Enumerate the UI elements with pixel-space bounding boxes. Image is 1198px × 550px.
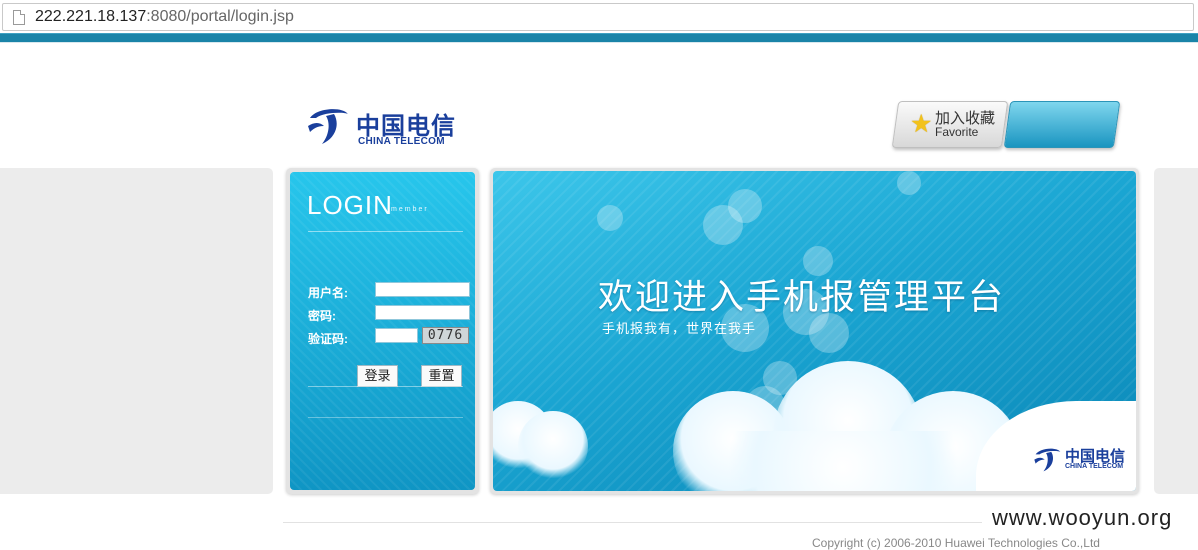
login-button[interactable]: 登录 — [357, 365, 398, 387]
login-divider-3 — [308, 417, 463, 418]
banner-title: 欢迎进入手机报管理平台 — [598, 278, 1006, 317]
right-side-panel — [1154, 168, 1198, 494]
top-stripe — [0, 33, 1198, 42]
cloud-decoration — [518, 411, 588, 481]
url-host: 222.221.18.137 — [35, 8, 147, 25]
blue-header-button[interactable] — [1003, 101, 1121, 148]
cloud-decoration — [693, 431, 993, 491]
url-path: :8080/portal/login.jsp — [146, 8, 294, 25]
left-side-panel — [0, 168, 273, 494]
bubble-decoration — [597, 205, 623, 231]
password-input[interactable] — [375, 305, 470, 320]
login-panel: LOGIN member 用户名: 密码: 验证码: 0776 登录 重置 — [286, 168, 479, 494]
copyright-text: Copyright (c) 2006-2010 Huawei Technolog… — [812, 536, 1100, 550]
url-field[interactable]: 222.221.18.137:8080/portal/login.jsp — [2, 3, 1194, 31]
reset-button[interactable]: 重置 — [421, 365, 462, 387]
captcha-input[interactable] — [375, 328, 418, 343]
username-input[interactable] — [375, 282, 470, 297]
banner-subtitle: 手机报我有，世界在我手 — [602, 321, 757, 336]
favorite-sublabel: Favorite — [935, 125, 979, 139]
login-divider — [308, 231, 463, 232]
banner-image: 欢迎进入手机报管理平台 手机报我有，世界在我手 中国电信 CHINA TELEC… — [493, 171, 1136, 491]
bubble-decoration — [728, 189, 762, 223]
welcome-banner: 欢迎进入手机报管理平台 手机报我有，世界在我手 中国电信 CHINA TELEC… — [490, 168, 1139, 494]
url-text: 222.221.18.137:8080/portal/login.jsp — [35, 8, 294, 26]
captcha-image[interactable]: 0776 — [422, 327, 469, 344]
telecom-swirl-icon — [308, 109, 348, 144]
login-form: LOGIN member 用户名: 密码: 验证码: 0776 登录 重置 — [290, 172, 475, 490]
browser-address-bar: 222.221.18.137:8080/portal/login.jsp — [0, 0, 1198, 33]
star-icon: ★ — [910, 110, 933, 138]
password-label: 密码: — [308, 309, 336, 323]
top-divider — [0, 42, 1198, 43]
china-telecom-logo: 中国电信 CHINA TELECOM — [306, 104, 466, 150]
bubble-decoration — [897, 171, 921, 195]
login-subtitle: member — [391, 206, 429, 213]
captcha-label: 验证码: — [308, 332, 348, 346]
login-title: LOGIN — [307, 190, 393, 220]
logo-english-text: CHINA TELECOM — [358, 136, 445, 147]
banner-logo-english: CHINA TELECOM — [1065, 463, 1124, 470]
page-icon — [13, 10, 25, 25]
banner-telecom-logo: 中国电信 CHINA TELECOM — [1033, 443, 1133, 477]
watermark-text: www.wooyun.org — [992, 505, 1173, 530]
watermark: www.wooyun.org — [982, 501, 1198, 537]
login-divider-2 — [308, 386, 463, 387]
username-label: 用户名: — [308, 286, 348, 300]
telecom-swirl-icon — [1034, 448, 1061, 472]
